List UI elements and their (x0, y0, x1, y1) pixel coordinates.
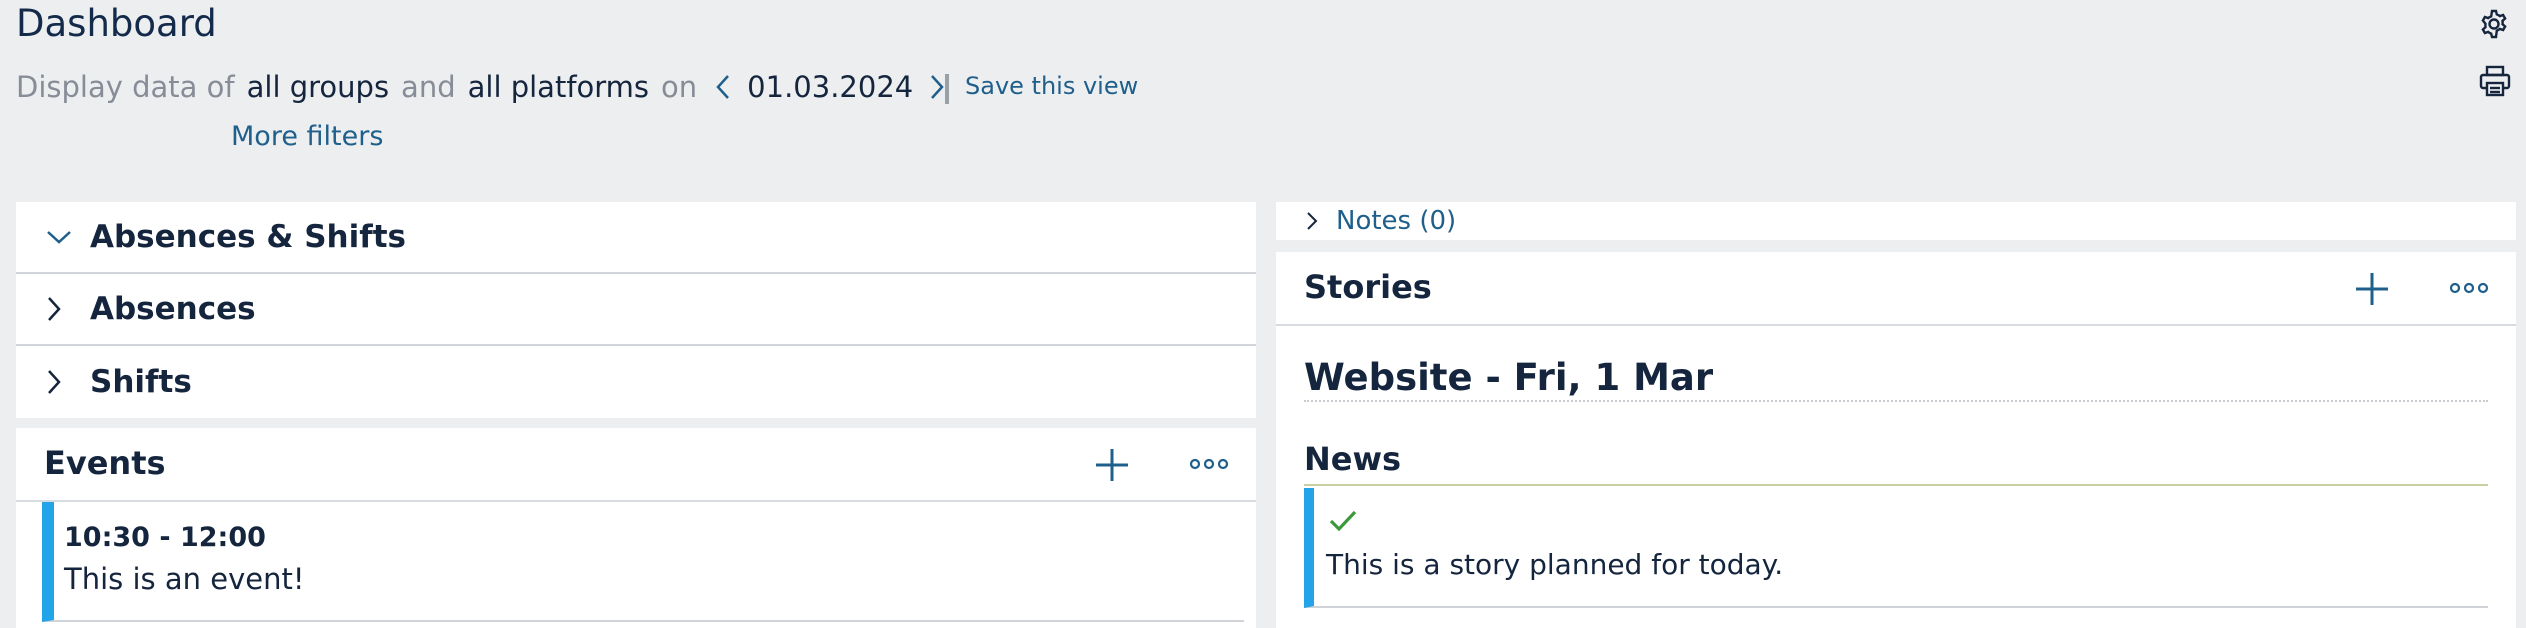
notes-toggle[interactable]: Notes (0) (1276, 202, 2516, 240)
page-title: Dashboard (16, 2, 217, 45)
chevron-right-icon (1306, 211, 1318, 231)
stories-title: Stories (1304, 268, 1432, 306)
stories-panel: Stories Website - Fri, 1 Mar News This i… (1276, 252, 2516, 628)
more-options-icon[interactable] (1188, 454, 1230, 474)
event-time: 10:30 - 12:00 (64, 522, 266, 553)
group-filter[interactable]: all groups (247, 70, 389, 104)
story-text: This is a story planned for today. (1326, 548, 1784, 581)
chevron-down-icon (46, 229, 82, 245)
event-title: This is an event! (64, 562, 305, 596)
section-divider (1304, 484, 2488, 486)
chevron-right-icon (46, 369, 82, 395)
story-day-heading: Website - Fri, 1 Mar (1304, 356, 2488, 402)
filter-sentence: Display data of all groups and all platf… (16, 64, 951, 110)
events-header: Events (16, 428, 1256, 502)
absences-shifts-panel: Absences & Shifts Absences Shifts (16, 202, 1256, 418)
events-panel: Events 10:30 - 12:00 This is an event! (16, 428, 1256, 628)
printer-icon[interactable] (2478, 64, 2512, 98)
stories-header: Stories (1276, 252, 2516, 326)
more-options-icon[interactable] (2448, 278, 2490, 298)
event-item[interactable]: 10:30 - 12:00 This is an event! (42, 502, 1244, 622)
platform-filter[interactable]: all platforms (468, 70, 649, 104)
divider (945, 74, 949, 104)
more-filters-link[interactable]: More filters (231, 121, 383, 152)
story-item[interactable]: This is a story planned for today. (1304, 488, 2488, 608)
add-event-icon[interactable] (1092, 445, 1132, 485)
accordion-absences[interactable]: Absences (16, 274, 1256, 346)
accordion-absences-shifts[interactable]: Absences & Shifts (16, 202, 1256, 274)
accordion-label: Absences (90, 291, 256, 327)
notes-label: Notes (0) (1336, 206, 1457, 236)
save-view-link[interactable]: Save this view (965, 72, 1138, 100)
section-title: News (1304, 440, 1402, 478)
filter-on: on (661, 70, 698, 104)
check-icon (1328, 508, 1358, 534)
events-title: Events (44, 444, 166, 482)
gear-icon[interactable] (2478, 8, 2510, 40)
filter-prefix: Display data of (16, 70, 235, 104)
chevron-right-icon (46, 296, 82, 322)
accordion-label: Absences & Shifts (90, 219, 406, 255)
chevron-left-icon[interactable] (709, 67, 737, 107)
filter-and: and (401, 70, 456, 104)
date-picker[interactable]: 01.03.2024 (737, 70, 923, 104)
accordion-label: Shifts (90, 364, 192, 400)
add-story-icon[interactable] (2352, 269, 2392, 309)
accordion-shifts[interactable]: Shifts (16, 346, 1256, 418)
